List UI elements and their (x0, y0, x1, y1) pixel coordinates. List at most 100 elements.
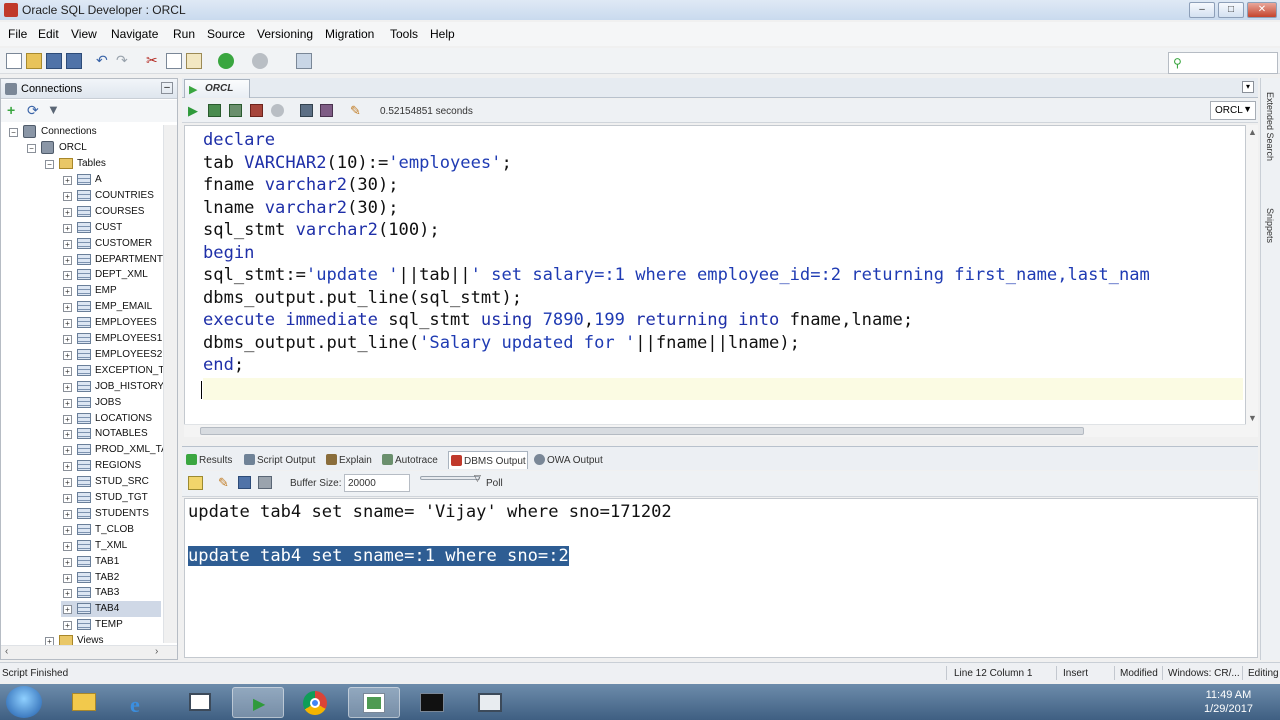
editor-vertical-scrollbar[interactable]: ▲ ▼ (1246, 125, 1258, 437)
expand-icon[interactable]: + (63, 509, 72, 519)
collapse-icon[interactable]: − (9, 128, 18, 137)
expand-icon[interactable]: + (63, 541, 72, 551)
undo-icon[interactable]: ↶ (96, 53, 112, 69)
filter-icon[interactable]: ▼ (47, 103, 60, 117)
buffer-size-input[interactable]: 20000 (344, 474, 410, 492)
minimize-button[interactable]: – (1189, 2, 1215, 18)
tree-table-item[interactable]: + STUD_TGT (61, 490, 161, 506)
run-script-icon[interactable] (208, 104, 221, 117)
menu-tools[interactable]: Tools (390, 27, 418, 41)
code-area[interactable]: declare tab VARCHAR2(10):='employees'; fna… (203, 129, 1150, 377)
tree-table-item[interactable]: + JOBS (61, 395, 161, 411)
menu-run[interactable]: Run (173, 27, 195, 41)
tree-table-item[interactable]: + T_CLOB (61, 522, 161, 538)
start-button[interactable] (6, 686, 42, 718)
tree-table-item[interactable]: + CUST (61, 220, 161, 236)
menu-view[interactable]: View (71, 27, 97, 41)
tab-script-output[interactable]: Script Output (244, 451, 322, 469)
tree-table-item[interactable]: + DEPARTMENTS (61, 252, 170, 268)
run-icon[interactable] (218, 53, 234, 69)
tree-table-item[interactable]: + EMPLOYEES1 (61, 331, 162, 347)
tree-table-item[interactable]: + NOTABLES (61, 426, 161, 442)
connections-horizontal-scrollbar[interactable]: ‹ › (1, 645, 177, 659)
tree-table-item[interactable]: + TAB4 (61, 601, 161, 618)
snippets-tab[interactable]: Snippets (1265, 208, 1275, 243)
expand-icon[interactable]: + (63, 621, 72, 631)
tree-connections-root[interactable]: − Connections (7, 124, 161, 140)
expand-icon[interactable]: + (63, 239, 72, 249)
expand-icon[interactable]: + (63, 350, 72, 360)
debug-icon[interactable] (252, 53, 268, 69)
editor-scroll-thumb[interactable] (200, 427, 1084, 435)
expand-icon[interactable]: + (63, 382, 72, 392)
expand-icon[interactable]: + (63, 366, 72, 376)
app-window-icon[interactable] (174, 687, 226, 718)
cancel-icon[interactable] (271, 104, 284, 117)
tree-table-item[interactable]: + PROD_XML_TA (61, 442, 168, 458)
explain-plan-icon[interactable] (250, 104, 263, 117)
tree-table-item[interactable]: + A (61, 172, 161, 188)
tab-orcl-worksheet[interactable]: ▶ ORCL (184, 79, 250, 98)
expand-icon[interactable]: + (63, 462, 72, 472)
tree-table-item[interactable]: + JOB_HISTORY (61, 379, 164, 395)
menu-versioning[interactable]: Versioning (257, 27, 313, 41)
expand-icon[interactable]: + (63, 414, 72, 424)
sql-worksheet-icon[interactable] (296, 53, 312, 69)
system-clock[interactable]: 11:49 AM 1/29/2017 (1204, 688, 1253, 716)
run-statement-icon[interactable]: ▶ (188, 103, 198, 119)
tab-owa-output[interactable]: OWA Output (534, 451, 610, 469)
sql-editor[interactable]: declare tab VARCHAR2(10):='employees'; fna… (184, 125, 1246, 437)
paste-icon[interactable] (186, 53, 202, 69)
menu-migration[interactable]: Migration (325, 27, 374, 41)
sql-developer-icon[interactable] (348, 687, 400, 718)
expand-icon[interactable]: + (63, 573, 72, 583)
cut-icon[interactable]: ✂ (146, 53, 162, 69)
tree-table-item[interactable]: + DEPT_XML (61, 267, 161, 283)
tree-table-item[interactable]: + EMPLOYEES2 (61, 347, 162, 363)
tree-table-item[interactable]: + EMP (61, 283, 161, 299)
expand-icon[interactable]: + (63, 589, 72, 599)
expand-icon[interactable]: + (63, 494, 72, 503)
tab-results[interactable]: Results (186, 451, 242, 469)
expand-icon[interactable]: + (63, 446, 72, 456)
tree-tables-folder[interactable]: − Tables (43, 156, 161, 172)
tree-table-item[interactable]: + EMP_EMAIL (61, 299, 161, 315)
expand-icon[interactable]: + (63, 303, 72, 313)
expand-icon[interactable]: + (63, 605, 72, 615)
tree-table-item[interactable]: + EXCEPTION_TE (61, 363, 171, 379)
tree-table-item[interactable]: + TEMP (61, 617, 161, 633)
tree-table-item[interactable]: + STUD_SRC (61, 474, 161, 490)
tree-table-item[interactable]: + COURSES (61, 204, 161, 220)
poll-slider-thumb[interactable]: ▽ (474, 473, 481, 484)
autotrace-icon[interactable] (229, 104, 242, 117)
save-all-icon[interactable] (66, 53, 82, 69)
app2-icon[interactable] (464, 687, 516, 718)
tab-dbms-output[interactable]: DBMS Output (448, 451, 528, 469)
commit-icon[interactable] (300, 104, 313, 117)
tab-list-icon[interactable]: ▾ (1242, 81, 1254, 93)
save-icon[interactable] (46, 53, 62, 69)
clear-icon[interactable]: ✎ (350, 103, 361, 119)
enable-output-icon[interactable] (188, 476, 203, 490)
minimize-panel-button[interactable]: – (161, 82, 173, 94)
expand-icon[interactable]: + (63, 223, 72, 233)
tree-table-item[interactable]: + REGIONS (61, 458, 161, 474)
collapse-icon[interactable]: − (45, 160, 54, 169)
save-output-icon[interactable] (238, 476, 251, 489)
expand-icon[interactable]: + (63, 319, 72, 329)
menu-file[interactable]: File (8, 27, 27, 41)
tree-table-item[interactable]: + T_XML (61, 538, 161, 554)
connections-vertical-scrollbar[interactable] (163, 125, 177, 643)
menu-navigate[interactable]: Navigate (111, 27, 158, 41)
tab-explain[interactable]: Explain (326, 451, 378, 469)
tab-autotrace[interactable]: Autotrace (382, 451, 446, 469)
connection-select[interactable]: ORCL ▼ (1210, 101, 1256, 120)
expand-icon[interactable]: + (63, 335, 72, 344)
poll-slider[interactable] (420, 476, 480, 480)
terminal-icon[interactable] (406, 687, 458, 718)
open-folder-icon[interactable] (26, 53, 42, 69)
redo-icon[interactable]: ↷ (116, 53, 132, 69)
explorer-icon[interactable] (58, 687, 110, 718)
rollback-icon[interactable] (320, 104, 333, 117)
new-file-icon[interactable] (6, 53, 22, 69)
